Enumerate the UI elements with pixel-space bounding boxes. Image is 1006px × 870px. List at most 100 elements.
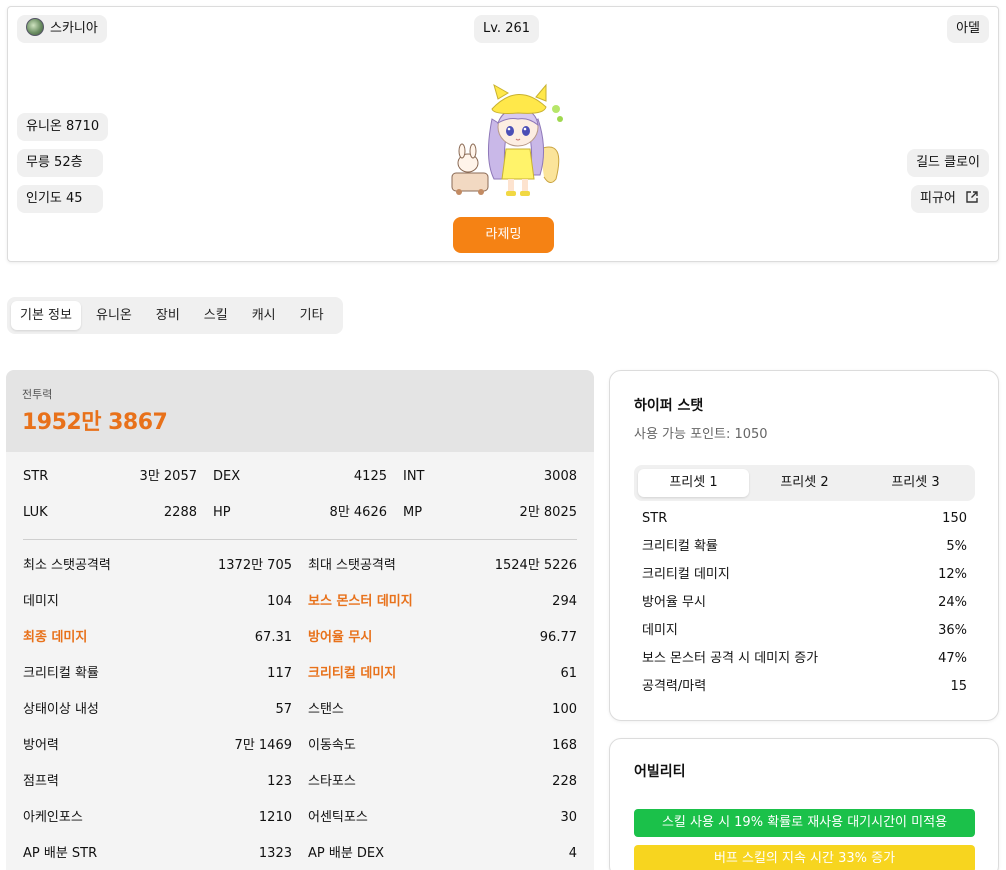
hyper-stat-label: 데미지 — [642, 623, 678, 638]
stat-label: STR — [23, 469, 49, 484]
hyper-stat-title: 하이퍼 스탯 — [634, 398, 704, 414]
stat-label: 최종 데미지 — [23, 630, 88, 645]
figure-link[interactable]: 피규어 — [911, 185, 989, 213]
figure-label: 피규어 — [920, 191, 956, 206]
stat-value: 7만 1469 — [234, 738, 292, 753]
dojang-floor: 무릉 52층 — [17, 149, 103, 177]
hyper-stat-value: 5% — [946, 539, 967, 554]
detail-stat-row: 최소 스탯공격력 1372만 705 최대 스탯공격력 1524만 5226 — [6, 556, 594, 576]
preset-3-tab[interactable]: 프리셋 3 — [860, 469, 971, 497]
tab-cash[interactable]: 캐시 — [243, 301, 285, 330]
hyper-stat-label: 방어율 무시 — [642, 595, 706, 610]
hyper-stat-value: 47% — [938, 651, 967, 666]
world-name: 스카니아 — [50, 21, 98, 36]
stat-label: 방어력 — [23, 738, 59, 753]
stat-label: 스탠스 — [308, 702, 344, 717]
stat-label: 방어율 무시 — [308, 630, 373, 645]
preset-1-tab[interactable]: 프리셋 1 — [638, 469, 749, 497]
stat-label: LUK — [23, 505, 48, 520]
hyper-stat-card: 하이퍼 스탯 사용 가능 포인트: 1050 프리셋 1 프리셋 2 프리셋 3… — [609, 370, 999, 721]
character-avatar — [451, 83, 563, 196]
union-level: 유니온 8710 — [17, 113, 109, 141]
character-name: 아델 — [947, 15, 989, 43]
tab-skill[interactable]: 스킬 — [195, 301, 237, 330]
stat-value: 3008 — [543, 469, 577, 484]
stat-label: 최대 스탯공격력 — [308, 558, 396, 573]
stat-value: 228 — [552, 774, 577, 789]
primary-stat-row: LUK 2288 HP 8만 4626 MP 2만 8025 — [6, 503, 594, 523]
stat-value: 3만 2057 — [139, 469, 197, 484]
combat-power-value: 1952만 3867 — [22, 410, 168, 435]
detail-stat-row: 아케인포스 1210 어센틱포스 30 — [6, 808, 594, 828]
stat-label: 어센틱포스 — [308, 810, 368, 825]
stat-value: 4 — [568, 846, 577, 861]
detail-stat-row: 최종 데미지 67.31 방어율 무시 96.77 — [6, 628, 594, 648]
detail-stat-row: 방어력 7만 1469 이동속도 168 — [6, 736, 594, 756]
ability-line: 버프 스킬의 지속 시간 33% 증가 — [634, 845, 975, 870]
preset-2-tab[interactable]: 프리셋 2 — [749, 469, 860, 497]
info-tabs: 기본 정보 유니온 장비 스킬 캐시 기타 — [7, 297, 343, 334]
primary-stat-row: STR 3만 2057 DEX 4125 INT 3008 — [6, 467, 594, 487]
tab-etc[interactable]: 기타 — [291, 301, 333, 330]
stats-panel: 전투력 1952만 3867 STR 3만 2057 DEX 4125 INT … — [6, 370, 594, 870]
stat-label: 아케인포스 — [23, 810, 83, 825]
stat-label: HP — [213, 505, 231, 520]
combat-power-header: 전투력 1952만 3867 — [6, 370, 594, 452]
stat-value: 1210 — [258, 810, 292, 825]
stat-value: 57 — [275, 702, 292, 717]
stat-value: 30 — [560, 810, 577, 825]
stat-label: 스타포스 — [308, 774, 356, 789]
preset-tabs: 프리셋 1 프리셋 2 프리셋 3 — [634, 465, 975, 501]
hyper-stat-label: 크리티컬 확률 — [642, 539, 718, 554]
stat-value: 4125 — [353, 469, 387, 484]
hyper-stat-value: 150 — [942, 511, 967, 526]
stat-value: 67.31 — [254, 630, 292, 645]
stat-value: 168 — [552, 738, 577, 753]
hyper-stat-row: 보스 몬스터 공격 시 데미지 증가 47% — [642, 649, 967, 669]
stat-label: AP 배분 STR — [23, 846, 98, 861]
level-badge: Lv. 261 — [474, 15, 540, 43]
stat-value: 1372만 705 — [218, 558, 292, 573]
stat-label: 점프력 — [23, 774, 59, 789]
hyper-stat-value: 12% — [938, 567, 967, 582]
stat-label: 최소 스탯공격력 — [23, 558, 111, 573]
hyper-stat-label: 공격력/마력 — [642, 679, 707, 694]
detail-stat-row: 점프력 123 스타포스 228 — [6, 772, 594, 792]
stat-value: 2만 8025 — [519, 505, 577, 520]
guild-name[interactable]: 길드 클로이 — [907, 149, 989, 177]
hyper-stat-value: 24% — [938, 595, 967, 610]
stat-value: 117 — [267, 666, 292, 681]
detail-stat-row: 데미지 104 보스 몬스터 데미지 294 — [6, 592, 594, 612]
combat-power-label: 전투력 — [22, 388, 53, 401]
stat-label: 이동속도 — [308, 738, 356, 753]
stat-value: 1323 — [258, 846, 292, 861]
character-profile-card: 스카니아 Lv. 261 아델 유니온 8710 무릉 52층 인기도 45 길… — [7, 6, 999, 262]
stat-label: DEX — [213, 469, 241, 484]
hyper-stat-row: 방어율 무시 24% — [642, 593, 967, 613]
tab-union[interactable]: 유니온 — [87, 301, 141, 330]
detail-stat-row: 상태이상 내성 57 스탠스 100 — [6, 700, 594, 720]
tab-basic-info[interactable]: 기본 정보 — [11, 301, 81, 330]
detail-stat-row: AP 배분 STR 1323 AP 배분 DEX 4 — [6, 844, 594, 864]
hyper-stat-row: STR 150 — [642, 509, 967, 529]
stat-value: 100 — [552, 702, 577, 717]
hyper-stat-row: 크리티컬 데미지 12% — [642, 565, 967, 585]
stat-value: 294 — [552, 594, 577, 609]
hyper-stat-value: 36% — [938, 623, 967, 638]
available-points: 사용 가능 포인트: 1050 — [634, 427, 768, 442]
stat-label: INT — [403, 469, 425, 484]
relaunch-button[interactable]: 라제밍 — [453, 217, 554, 253]
hyper-stat-label: 보스 몬스터 공격 시 데미지 증가 — [642, 651, 819, 666]
stat-value: 96.77 — [539, 630, 577, 645]
stat-value: 2288 — [163, 505, 197, 520]
popularity: 인기도 45 — [17, 185, 103, 213]
stat-value: 61 — [560, 666, 577, 681]
hyper-stat-row: 크리티컬 확률 5% — [642, 537, 967, 557]
hyper-stat-label: STR — [642, 511, 668, 526]
stats-divider — [23, 539, 577, 540]
stat-label: 상태이상 내성 — [23, 702, 99, 717]
hyper-stat-label: 크리티컬 데미지 — [642, 567, 730, 582]
tab-equipment[interactable]: 장비 — [147, 301, 189, 330]
stat-label: AP 배분 DEX — [308, 846, 385, 861]
hyper-stat-value: 15 — [950, 679, 967, 694]
